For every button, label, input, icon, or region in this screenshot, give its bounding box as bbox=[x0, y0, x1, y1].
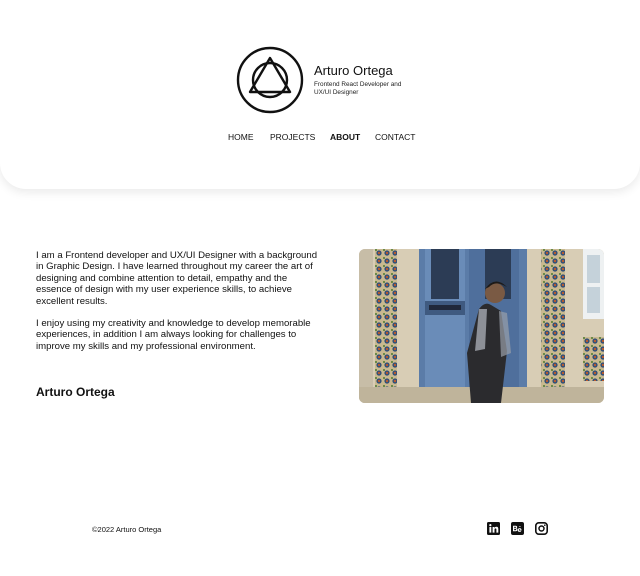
nav-contact[interactable]: CONTACT bbox=[375, 132, 415, 142]
nav-home[interactable]: HOME bbox=[228, 132, 254, 142]
nav-about[interactable]: ABOUT bbox=[330, 132, 360, 142]
nav-projects[interactable]: PROJECTS bbox=[270, 132, 315, 142]
behance-icon[interactable] bbox=[511, 522, 524, 535]
site-header: Arturo Ortega Frontend React Developer a… bbox=[0, 0, 640, 189]
signature: Arturo Ortega bbox=[36, 385, 115, 399]
brand-tagline: Frontend React Developer and UX/UI Desig… bbox=[314, 81, 402, 96]
profile-photo bbox=[359, 249, 604, 403]
logo-icon[interactable] bbox=[236, 46, 304, 114]
linkedin-icon[interactable] bbox=[487, 522, 500, 535]
about-paragraph: I enjoy using my creativity and knowledg… bbox=[36, 318, 311, 352]
about-paragraph: I am a Frontend developer and UX/UI Desi… bbox=[36, 250, 318, 307]
brand-name: Arturo Ortega bbox=[314, 63, 393, 78]
about-text: I am a Frontend developer and UX/UI Desi… bbox=[36, 250, 321, 352]
copyright: ©2022 Arturo Ortega bbox=[92, 525, 162, 534]
instagram-icon[interactable] bbox=[535, 522, 548, 535]
main-nav: HOME PROJECTS ABOUT CONTACT bbox=[0, 132, 640, 144]
